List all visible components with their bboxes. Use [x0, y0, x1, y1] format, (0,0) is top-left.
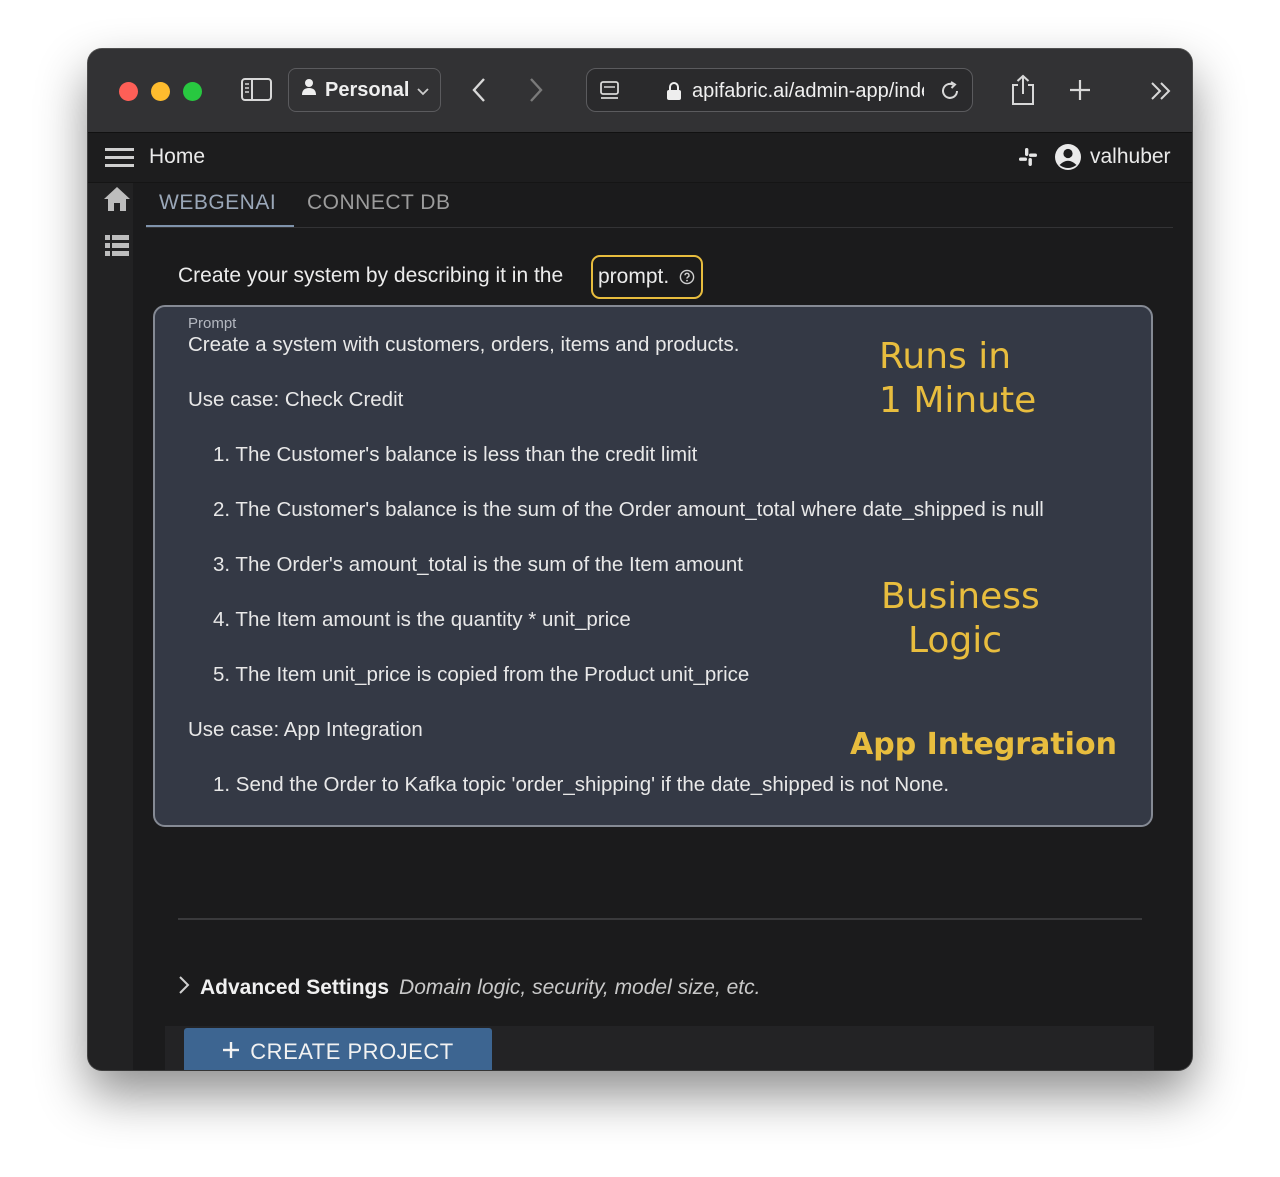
- chevron-down-icon: [417, 79, 430, 102]
- chevron-right-icon: [178, 975, 190, 1001]
- zoom-window-button[interactable]: [183, 82, 202, 101]
- prompt-line: 2. The Customer's balance is the sum of …: [213, 498, 1044, 521]
- user-avatar-icon[interactable]: [1054, 143, 1082, 176]
- profile-label: Personal: [325, 78, 410, 101]
- help-icon[interactable]: [679, 269, 695, 290]
- home-icon[interactable]: [103, 186, 131, 217]
- intro-label: Create your system by describing it in t…: [178, 264, 564, 287]
- more-tabs-chevron-icon[interactable]: [1150, 81, 1172, 106]
- list-view-icon[interactable]: [105, 235, 129, 262]
- prompt-line: 5. The Item unit_price is copied from th…: [213, 663, 750, 686]
- prompt-line: Use case: App Integration: [188, 718, 423, 741]
- close-window-button[interactable]: [119, 82, 138, 101]
- page-title: Home: [149, 145, 206, 168]
- plus-icon: [222, 1039, 240, 1065]
- url-text: apifabric.ai/admin-app/index.html: [692, 80, 924, 102]
- page-menu-icon[interactable]: [599, 80, 621, 107]
- app-header: Home valhuber: [88, 133, 1192, 183]
- lock-icon: [666, 81, 682, 106]
- sidebar-toggle-icon[interactable]: [241, 77, 273, 108]
- slack-icon[interactable]: [1018, 147, 1038, 172]
- share-icon[interactable]: [1010, 74, 1036, 111]
- tabs-divider: [146, 227, 1173, 228]
- prompt-textarea[interactable]: Prompt Create a system with customers, o…: [153, 305, 1153, 827]
- prompt-line: Use case: Check Credit: [188, 388, 404, 411]
- nav-sidebar: [88, 183, 133, 1070]
- tab-webgenai[interactable]: WEBGENAI: [159, 191, 276, 215]
- new-tab-plus-icon[interactable]: [1068, 78, 1092, 107]
- browser-toolbar: Personal apifabric.ai/admin-app/index.ht…: [88, 49, 1192, 133]
- profile-button[interactable]: Personal: [288, 68, 441, 112]
- user-name[interactable]: valhuber: [1090, 145, 1171, 169]
- advanced-settings-toggle[interactable]: Advanced Settings Domain logic, security…: [178, 975, 760, 1001]
- prompt-link[interactable]: prompt.: [598, 265, 669, 289]
- prompt-highlight: prompt.: [591, 255, 703, 299]
- annotation-app-integration: App Integration: [850, 727, 1117, 762]
- address-bar[interactable]: apifabric.ai/admin-app/index.html: [586, 68, 973, 112]
- prompt-line: 1. The Customer's balance is less than t…: [213, 443, 698, 466]
- section-divider: [178, 918, 1142, 920]
- annotation-business-logic: Business Logic: [881, 575, 1040, 663]
- create-project-button[interactable]: CREATE PROJECT: [184, 1028, 492, 1070]
- prompt-line: Create a system with customers, orders, …: [188, 333, 740, 356]
- annotation-business-line2: Logic: [907, 620, 1003, 661]
- advanced-settings-title: Advanced Settings: [200, 976, 390, 999]
- main-content: WEBGENAI CONNECT DB Create your system b…: [133, 183, 1192, 1070]
- annotation-runs-line2: 1 Minute: [879, 380, 1037, 421]
- person-icon: [301, 78, 317, 102]
- minimize-window-button[interactable]: [151, 82, 170, 101]
- forward-arrow-icon[interactable]: [528, 77, 544, 108]
- intro-text: Create your system by describing it in t…: [178, 264, 563, 288]
- annotation-runs-line1: Runs in: [879, 336, 1012, 377]
- browser-window: Personal apifabric.ai/admin-app/index.ht…: [88, 49, 1192, 1070]
- reload-icon[interactable]: [939, 80, 961, 107]
- advanced-settings-description: Domain logic, security, model size, etc.: [399, 976, 761, 999]
- prompt-line: 1. Send the Order to Kafka topic 'order_…: [213, 773, 950, 796]
- back-arrow-icon[interactable]: [471, 77, 487, 108]
- annotation-business-line1: Business: [881, 576, 1040, 617]
- annotation-runs-in: Runs in 1 Minute: [879, 335, 1036, 423]
- create-project-label: CREATE PROJECT: [250, 1038, 454, 1064]
- hamburger-menu-icon[interactable]: [105, 147, 135, 174]
- tab-connect-db[interactable]: CONNECT DB: [307, 191, 450, 215]
- prompt-line: 4. The Item amount is the quantity * uni…: [213, 608, 631, 631]
- prompt-field-label: Prompt: [188, 315, 237, 332]
- prompt-line: 3. The Order's amount_total is the sum o…: [213, 553, 743, 576]
